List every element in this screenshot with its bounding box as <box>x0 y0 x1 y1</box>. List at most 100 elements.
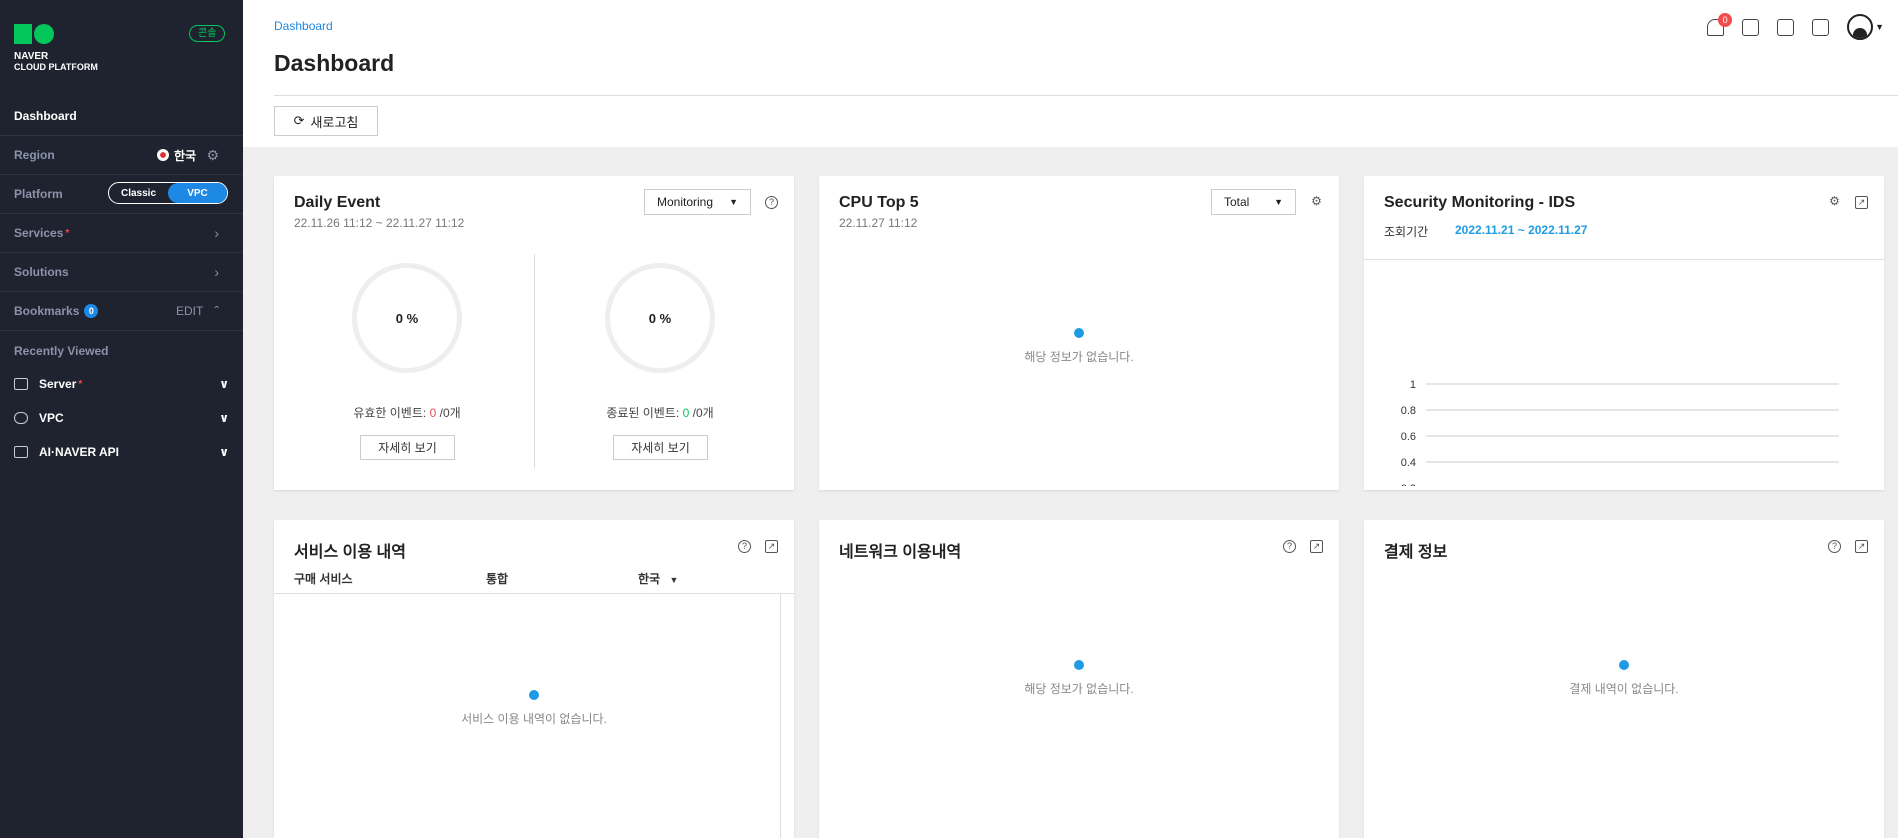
console-badge[interactable]: 콘솔 <box>189 25 226 42</box>
recent-item-label: Server <box>39 377 77 391</box>
event-total: /0개 <box>439 406 461 420</box>
help-icon[interactable]: ? <box>1283 540 1296 553</box>
external-link-icon[interactable]: ↗ <box>1855 196 1868 209</box>
new-indicator: * <box>65 227 70 239</box>
region-label: Region <box>14 148 55 162</box>
card-icons: ? ↗ <box>1828 540 1868 553</box>
external-link-icon[interactable]: ↗ <box>765 540 778 553</box>
platform-classic[interactable]: Classic <box>109 183 168 203</box>
security-monitoring-card: Security Monitoring - IDS 조회기간 2022.11.2… <box>1364 176 1884 490</box>
closed-event-pct: 0 % <box>648 310 672 326</box>
recent-item-ai-naver-api[interactable]: AI·NAVER API ∨ <box>14 440 229 464</box>
divider <box>274 593 794 594</box>
y-tick-label: 0.4 <box>1401 457 1416 469</box>
sidebar-item-platform: Platform Classic VPC <box>0 175 243 214</box>
y-tick-label: 1 <box>1410 379 1416 391</box>
divider <box>534 254 535 468</box>
gear-icon[interactable]: ⚙ <box>1310 195 1323 209</box>
card-icons: ⚙ <box>1310 195 1323 209</box>
cloud-icon <box>14 412 28 424</box>
empty-message: 서비스 이용 내역이 없습니다. <box>461 712 607 726</box>
cpu-top5-card: CPU Top 5 22.11.27 11:12 Total ▼ ⚙ 해당 정보가… <box>819 176 1339 490</box>
bookmarks-edit-link[interactable]: EDIT <box>176 304 203 318</box>
service-usage-card: 서비스 이용 내역 ? ↗ 구매 서비스 통합 한국 ▼ 서비스 이용 내역이 없… <box>274 520 794 838</box>
card-title: 네트워크 이용내역 <box>839 544 962 561</box>
card-title: 결제 정보 <box>1384 544 1448 561</box>
card-icons: ? ↗ <box>738 540 778 553</box>
bell-icon[interactable]: 0 <box>1707 12 1733 36</box>
sidebar-item-services[interactable]: Services * › <box>0 214 243 253</box>
card-title: 서비스 이용 내역 <box>294 544 406 561</box>
closed-event-detail-button[interactable]: 자세히 보기 <box>613 435 708 460</box>
chevron-down-icon[interactable]: ∨ <box>219 411 229 425</box>
info-dot-icon <box>1074 328 1084 338</box>
region-dropdown-value: 한국 <box>638 572 661 586</box>
recent-item-server[interactable]: Server * ∨ <box>14 372 229 396</box>
calendar-icon[interactable] <box>1777 18 1795 36</box>
external-link-icon[interactable]: ↗ <box>1310 540 1323 553</box>
valid-event-detail-button[interactable]: 자세히 보기 <box>360 435 455 460</box>
notification-count: 0 <box>1718 12 1733 27</box>
event-count: 0 <box>682 406 690 420</box>
api-icon <box>14 446 28 458</box>
chevron-down-icon[interactable]: ∨ <box>219 377 229 391</box>
caret-down-icon: ▼ <box>1875 22 1884 32</box>
sidebar-item-region[interactable]: Region 한국 ⚙ <box>0 136 243 175</box>
platform-label: Platform <box>14 187 63 201</box>
refresh-button[interactable]: ⟳ 새로고침 <box>274 106 378 136</box>
caret-down-icon: ▼ <box>1274 197 1283 207</box>
card-timestamp: 22.11.27 11:12 <box>839 216 918 230</box>
chevron-up-icon[interactable]: ˆ <box>214 303 219 319</box>
column-header: 구매 서비스 <box>294 572 353 586</box>
main-area: Dashboard Dashboard ⟳ 새로고침 0 ▼ Daily Even… <box>243 0 1898 838</box>
divider <box>274 95 1898 96</box>
sidebar: NAVER CLOUD PLATFORM 콘솔 Dashboard Region… <box>0 0 243 838</box>
daily-event-card: Daily Event 22.11.26 11:12 ~ 22.11.27 11… <box>274 176 794 490</box>
help-icon[interactable]: ? <box>738 540 751 553</box>
external-link-icon[interactable]: ↗ <box>1855 540 1868 553</box>
caret-down-icon: ▼ <box>729 197 738 207</box>
sidebar-item-solutions[interactable]: Solutions › <box>0 253 243 292</box>
valid-event-pct: 0 % <box>395 310 419 326</box>
empty-state: 해당 정보가 없습니다. <box>819 660 1339 697</box>
breadcrumb[interactable]: Dashboard <box>274 19 333 33</box>
select-value: Monitoring <box>657 195 714 209</box>
gear-icon[interactable]: ⚙ <box>206 147 219 164</box>
sidebar-item-dashboard[interactable]: Dashboard <box>0 97 243 136</box>
card-date-range: 22.11.26 11:12 ~ 22.11.27 11:12 <box>294 216 465 230</box>
empty-message: 해당 정보가 없습니다. <box>1024 682 1134 696</box>
info-dot-icon <box>529 690 539 700</box>
card-icons: ⚙ ↗ <box>1828 195 1868 209</box>
brand-line2: CLOUD PLATFORM <box>14 62 98 72</box>
sidebar-item-label: Bookmarks <box>14 304 80 318</box>
region-selector[interactable]: 한국 <box>157 147 196 164</box>
region-dropdown[interactable]: 한국 ▼ <box>638 570 678 587</box>
help-icon[interactable]: ? <box>1828 540 1841 553</box>
chevron-down-icon[interactable]: ∨ <box>219 445 229 459</box>
bookmarks-count: 0 <box>84 304 99 318</box>
total-select[interactable]: Total ▼ <box>1211 189 1296 215</box>
sidebar-item-label: Dashboard <box>14 109 77 123</box>
korea-flag-icon <box>157 149 169 161</box>
recent-item-vpc[interactable]: VPC ∨ <box>14 406 229 430</box>
new-indicator: * <box>78 378 83 390</box>
sidebar-item-bookmarks[interactable]: Bookmarks 0 EDIT ˆ <box>0 292 243 331</box>
caret-down-icon: ▼ <box>669 575 679 585</box>
ncp-logo[interactable]: NAVER CLOUD PLATFORM <box>14 24 98 72</box>
user-menu[interactable]: ▼ <box>1847 14 1884 40</box>
card-title: Daily Event <box>294 194 381 211</box>
info-dot-icon <box>1074 660 1084 670</box>
platform-toggle[interactable]: Classic VPC <box>108 182 228 204</box>
sidebar-item-label: Solutions <box>14 265 69 279</box>
gear-icon[interactable]: ⚙ <box>1828 195 1841 209</box>
refresh-label: 새로고침 <box>310 114 359 130</box>
chat-icon[interactable] <box>1742 18 1760 36</box>
info-icon[interactable] <box>1812 18 1830 36</box>
valid-event-ring: 0 % <box>352 263 462 373</box>
help-icon[interactable]: ? <box>765 196 778 209</box>
empty-message: 해당 정보가 없습니다. <box>1024 350 1134 364</box>
monitoring-select[interactable]: Monitoring ▼ <box>644 189 751 215</box>
y-tick-label: 0.8 <box>1401 405 1416 417</box>
platform-vpc[interactable]: VPC <box>168 183 227 203</box>
card-icons: ? ↗ <box>1283 540 1323 553</box>
